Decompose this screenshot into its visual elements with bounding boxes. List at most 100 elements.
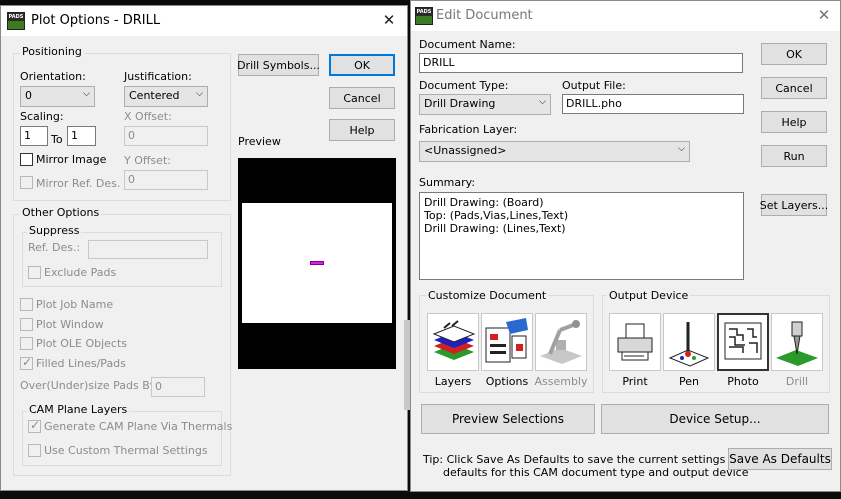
output-device-label: Output Device [607,289,691,302]
plot-window-checkbox[interactable] [20,318,33,331]
plot-options-title: Plot Options - DRILL [31,13,161,28]
x-offset-input[interactable]: 0 [124,126,208,146]
justification-select[interactable]: Centered ⌵ [124,86,208,107]
plot-ole-label: Plot OLE Objects [36,337,128,350]
pads-app-icon: PADS [415,7,433,25]
y-offset-input[interactable]: 0 [124,170,208,190]
summary-label: Summary: [419,176,476,189]
output-file-label: Output File: [562,79,626,92]
ref-des-input[interactable] [88,240,208,259]
summary-line: Top: (Pads,Vias,Lines,Text) [424,209,569,222]
scale-from-input[interactable]: 1 [20,126,48,146]
photo-plotter-icon [724,322,762,360]
preview-selections-button[interactable]: Preview Selections [421,404,595,434]
plot-job-name-checkbox[interactable] [20,298,33,311]
document-type-select[interactable]: Drill Drawing ⌵ [419,94,551,115]
to-label: To [51,133,63,146]
check-mark-icon: ✓ [30,418,41,432]
oversize-label: Over(Under)size Pads By: [20,379,160,392]
y-offset-label: Y Offset: [124,154,171,167]
plot-window-label: Plot Window [36,318,104,331]
printer-icon [617,323,653,361]
edit-document-titlebar[interactable]: PADS Edit Document ✕ [411,1,840,31]
pen-tile-button[interactable] [663,313,715,371]
app-icon-text: PADS [416,8,432,16]
document-type-value: Drill Drawing [424,97,496,110]
mirror-image-label: Mirror Image [36,153,107,166]
run-button[interactable]: Run [761,145,827,167]
preview-drill-mark [310,261,324,265]
tip-line-2: defaults for this CAM document type and … [443,466,749,479]
photo-tile-button[interactable] [717,313,769,371]
use-custom-thermal-checkbox[interactable] [28,444,41,457]
orientation-label: Orientation: [20,70,86,83]
edit-document-window: PADS Edit Document ✕ Document Name: DRIL… [410,0,841,492]
summary-textbox[interactable]: Drill Drawing: (Board) Top: (Pads,Vias,L… [419,192,744,280]
set-layers-button[interactable]: Set Layers... [760,194,828,216]
help-button[interactable]: Help [329,119,395,141]
x-offset-label: X Offset: [124,110,172,123]
exclude-pads-checkbox[interactable] [28,266,41,279]
document-name-input[interactable]: DRILL [419,53,743,73]
generate-cam-label: Generate CAM Plane Via Thermals [44,420,233,433]
assembly-tile-button[interactable] [535,313,587,371]
pads-app-icon: PADS [7,12,25,30]
assembly-label: Assembly [534,375,588,388]
fabrication-layer-label: Fabrication Layer: [419,123,518,136]
mirror-ref-des-label: Mirror Ref. Des. [36,177,121,190]
fabrication-layer-value: <Unassigned> [424,144,507,157]
document-name-label: Document Name: [419,38,516,51]
use-custom-thermal-label: Use Custom Thermal Settings [44,444,208,457]
print-label: Print [622,375,648,388]
edit-document-title: Edit Document [436,8,533,23]
layers-tile-button[interactable] [427,313,479,371]
options-label: Options [485,375,529,388]
check-mark-icon: ✓ [22,355,33,369]
exclude-pads-label: Exclude Pads [44,266,117,279]
preview-label: Preview [238,135,281,148]
ok-button[interactable]: OK [329,54,395,76]
justification-value: Centered [129,89,180,102]
cancel-button[interactable]: Cancel [761,77,827,99]
print-tile-button[interactable] [609,313,661,371]
device-setup-button[interactable]: Device Setup... [601,404,829,434]
close-icon[interactable]: ✕ [379,11,399,29]
options-tile-button[interactable] [481,313,533,371]
ok-button[interactable]: OK [761,43,827,65]
drill-tile-button[interactable] [771,313,823,371]
mirror-image-checkbox[interactable] [20,153,33,166]
chevron-down-icon: ⌵ [678,144,685,154]
fabrication-layer-select[interactable]: <Unassigned> ⌵ [419,141,690,162]
photo-label: Photo [727,375,759,388]
scaling-label: Scaling: [20,110,64,123]
assembly-icon [540,320,582,364]
orientation-select[interactable]: 0 ⌵ [20,86,95,107]
app-icon-text: PADS [8,13,24,21]
save-as-defaults-button[interactable]: Save As Defaults [728,448,832,470]
other-options-label: Other Options [20,206,102,219]
layers-icon [432,320,476,360]
close-icon[interactable]: ✕ [814,6,834,24]
generate-cam-checkbox[interactable]: ✓ [28,418,41,433]
help-button[interactable]: Help [761,111,827,133]
plot-options-window: PADS Plot Options - DRILL ✕ Positioning … [0,5,408,491]
justification-label: Justification: [124,70,192,83]
plot-ole-checkbox[interactable] [20,337,33,350]
options-icon [485,318,528,363]
customize-document-label: Customize Document [426,289,549,302]
drill-symbols-button[interactable]: Drill Symbols... [237,54,320,76]
mirror-ref-des-checkbox[interactable] [20,176,33,189]
chevron-down-icon: ⌵ [196,89,203,99]
document-type-label: Document Type: [419,79,509,92]
filled-lines-checkbox[interactable]: ✓ [20,355,33,370]
ref-des-label: Ref. Des.: [28,241,81,254]
plot-job-name-label: Plot Job Name [36,298,114,311]
drill-label: Drill [785,375,809,388]
scale-to-input[interactable]: 1 [67,126,96,146]
suppress-label: Suppress [27,224,82,237]
oversize-input[interactable]: 0 [151,377,205,397]
cancel-button[interactable]: Cancel [329,87,395,109]
plot-options-titlebar[interactable]: PADS Plot Options - DRILL ✕ [1,6,407,36]
summary-line: Drill Drawing: (Lines,Text) [424,222,566,235]
output-file-input[interactable]: DRILL.pho [562,94,744,114]
